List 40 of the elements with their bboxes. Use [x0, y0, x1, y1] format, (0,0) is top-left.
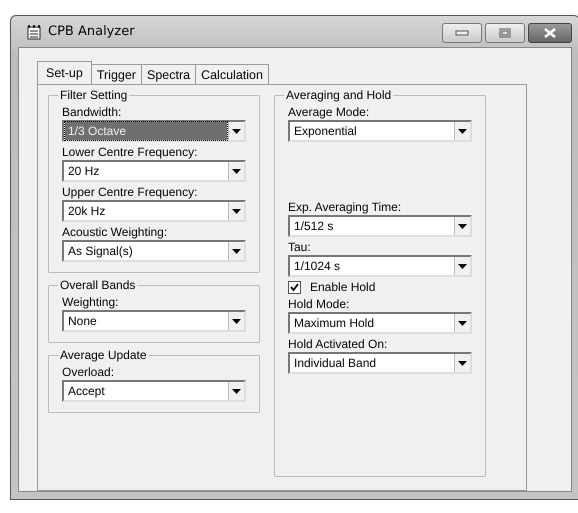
tab[interactable]: Set-up — [37, 61, 92, 84]
dropdown[interactable]: Maximum Hold — [288, 312, 472, 334]
field-label: Weighting: — [62, 294, 120, 310]
field-label: Average Mode: — [288, 104, 370, 120]
minimize-button[interactable] — [442, 23, 482, 43]
close-button[interactable] — [528, 23, 572, 43]
checkbox[interactable] — [288, 280, 301, 294]
maximize-button[interactable] — [485, 23, 525, 43]
field-label: Overload: — [62, 364, 116, 380]
field-label: Bandwidth: — [62, 104, 122, 120]
group-title: Averaging and Hold — [284, 88, 394, 102]
app-icon — [26, 24, 42, 40]
dropdown[interactable]: 1/3 Octave — [62, 120, 246, 142]
field-label: Acoustic Weighting: — [62, 224, 168, 240]
tab[interactable]: Trigger — [90, 64, 142, 84]
field-label: Upper Centre Frequency: — [62, 184, 198, 200]
restore-icon — [499, 28, 511, 38]
checkbox-label[interactable]: Enable Hold — [310, 280, 376, 294]
dropdown[interactable]: 1/512 s — [288, 215, 472, 237]
minimize-icon — [455, 30, 469, 36]
tab[interactable]: Spectra — [140, 64, 196, 84]
close-icon — [543, 28, 557, 38]
dropdown[interactable]: 20 Hz — [62, 160, 246, 182]
window-title: CPB Analyzer — [48, 24, 135, 39]
field-label: Hold Activated On: — [288, 336, 388, 352]
field-label: Lower Centre Frequency: — [62, 144, 198, 160]
field-label: Tau: — [288, 239, 312, 255]
tab[interactable]: Calculation — [195, 64, 269, 84]
dropdown[interactable]: Accept — [62, 380, 246, 402]
dropdown[interactable]: Exponential — [288, 120, 472, 142]
group-title: Filter Setting — [58, 88, 130, 102]
dropdown[interactable]: As Signal(s) — [62, 240, 246, 262]
dropdown[interactable]: 20k Hz — [62, 200, 246, 222]
dropdown[interactable]: 1/1024 s — [288, 255, 472, 277]
field-label: Hold Mode: — [288, 296, 350, 312]
group-title: Average Update — [58, 348, 149, 362]
dropdown[interactable]: Individual Band — [288, 352, 472, 374]
group-title: Overall Bands — [58, 278, 138, 292]
field-label: Exp. Averaging Time: — [288, 199, 402, 215]
dropdown[interactable]: None — [62, 310, 246, 332]
